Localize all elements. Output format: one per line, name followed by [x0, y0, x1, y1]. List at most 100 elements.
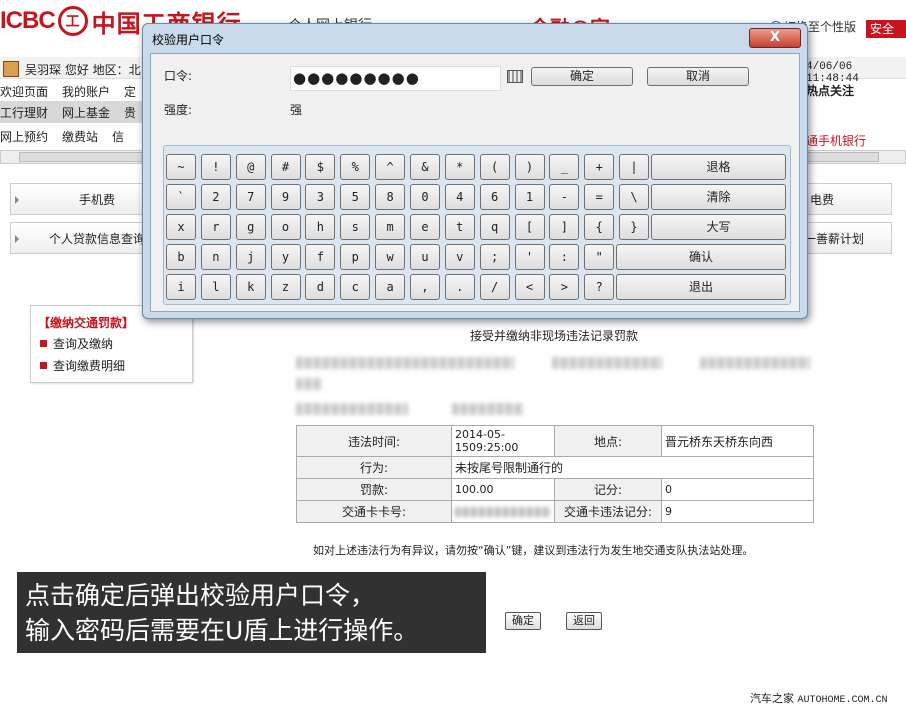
key-row3-9[interactable]: q	[479, 214, 510, 240]
key-row1-8[interactable]: *	[444, 154, 475, 180]
menu-query-pay[interactable]: 查询及缴纳	[40, 335, 113, 352]
key-row1-11[interactable]: _	[549, 154, 580, 180]
nav-item-reservation[interactable]: 网上预约	[0, 130, 48, 144]
key-row5-2[interactable]: k	[235, 274, 266, 300]
key-row3-8[interactable]: t	[444, 214, 475, 240]
fine-value: 100.00	[451, 478, 555, 501]
key-row5-6[interactable]: a	[375, 274, 406, 300]
key-row1-3[interactable]: #	[270, 154, 301, 180]
key-row2-8[interactable]: 4	[444, 184, 475, 210]
key-row4-4[interactable]: f	[305, 244, 336, 270]
menu-query-details[interactable]: 查询缴费明细	[40, 357, 125, 374]
key-row2-10[interactable]: 1	[514, 184, 545, 210]
key-row2-2[interactable]: 7	[235, 184, 266, 210]
key-row4-11[interactable]: :	[549, 244, 580, 270]
keyboard-icon[interactable]	[507, 70, 523, 83]
key-row2-0[interactable]: `	[166, 184, 196, 210]
key-row1-9[interactable]: (	[479, 154, 510, 180]
key-row1-4[interactable]: $	[305, 154, 336, 180]
key-row4-1[interactable]: n	[200, 244, 231, 270]
key-row5-12[interactable]: ?	[584, 274, 615, 300]
key-row1-7[interactable]: &	[409, 154, 440, 180]
points-label: 记分:	[554, 478, 662, 501]
key-row5-1[interactable]: l	[200, 274, 231, 300]
key-row2-3[interactable]: 9	[270, 184, 301, 210]
key-row3-3[interactable]: o	[270, 214, 301, 240]
back-button[interactable]: 返回	[566, 612, 602, 630]
nav-item-partial-3[interactable]: 信	[112, 130, 124, 144]
key-row5-11[interactable]: >	[549, 274, 580, 300]
page-title: 接受并缴纳非现场违法记录罚款	[470, 329, 639, 343]
password-input[interactable]: ●●●●●●●●●	[290, 66, 501, 91]
caption-line-2: 输入密码后需要在U盾上进行操作。	[25, 616, 419, 645]
dialog-cancel-button[interactable]: 取消	[647, 67, 749, 86]
mobile-bank-link[interactable]: 通手机银行	[806, 132, 866, 149]
key-row3-action[interactable]: 大写	[651, 214, 786, 240]
key-row2-13[interactable]: \	[619, 184, 650, 210]
key-row5-7[interactable]: ,	[409, 274, 440, 300]
key-row3-11[interactable]: ]	[549, 214, 580, 240]
key-row3-13[interactable]: }	[619, 214, 650, 240]
key-row3-5[interactable]: s	[340, 214, 371, 240]
key-row4-6[interactable]: w	[375, 244, 406, 270]
nav-item-payment[interactable]: 缴费站	[62, 130, 98, 144]
key-row3-6[interactable]: m	[375, 214, 406, 240]
key-row4-12[interactable]: "	[584, 244, 615, 270]
caption-line-1: 点击确定后弹出校验用户口令，	[25, 581, 376, 610]
key-row4-0[interactable]: b	[166, 244, 196, 270]
key-row2-7[interactable]: 0	[409, 184, 440, 210]
nav-item-partial[interactable]: 定	[124, 85, 136, 99]
key-row1-5[interactable]: %	[340, 154, 371, 180]
nav-item-funds[interactable]: 网上基金	[62, 106, 110, 120]
key-row5-8[interactable]: .	[444, 274, 475, 300]
key-row4-8[interactable]: v	[444, 244, 475, 270]
key-row2-4[interactable]: 3	[305, 184, 336, 210]
key-row4-5[interactable]: p	[340, 244, 371, 270]
key-row2-5[interactable]: 5	[340, 184, 371, 210]
dialog-close-button[interactable]: X	[749, 28, 801, 48]
key-row1-13[interactable]: |	[619, 154, 650, 180]
key-row3-2[interactable]: g	[235, 214, 266, 240]
key-row3-1[interactable]: r	[200, 214, 231, 240]
key-row3-10[interactable]: [	[514, 214, 545, 240]
key-row2-1[interactable]: 2	[200, 184, 231, 210]
key-row2-12[interactable]: =	[584, 184, 615, 210]
key-row5-4[interactable]: d	[305, 274, 336, 300]
key-row4-9[interactable]: ;	[479, 244, 510, 270]
key-row1-12[interactable]: +	[584, 154, 615, 180]
key-row1-2[interactable]: @	[235, 154, 266, 180]
key-row5-3[interactable]: z	[270, 274, 301, 300]
key-row4-2[interactable]: j	[235, 244, 266, 270]
key-row1-10[interactable]: )	[514, 154, 545, 180]
key-row1-1[interactable]: !	[200, 154, 231, 180]
safe-exit-button[interactable]: 安全	[866, 20, 906, 38]
key-row3-0[interactable]: x	[166, 214, 196, 240]
key-row3-7[interactable]: e	[409, 214, 440, 240]
key-row2-9[interactable]: 6	[479, 184, 510, 210]
nav-item-welcome[interactable]: 欢迎页面	[0, 85, 48, 99]
key-row5-0[interactable]: i	[166, 274, 196, 300]
key-row2-action[interactable]: 清除	[651, 184, 786, 210]
key-row4-7[interactable]: u	[409, 244, 440, 270]
nav-item-partial-2[interactable]: 贵	[124, 106, 136, 120]
nav-item-wealth[interactable]: 工行理财	[0, 106, 48, 120]
key-row4-action[interactable]: 确认	[616, 244, 786, 270]
dialog-ok-button[interactable]: 确定	[531, 67, 633, 86]
nav-item-my-account[interactable]: 我的账户	[62, 85, 110, 99]
key-row1-6[interactable]: ^	[375, 154, 406, 180]
key-row3-12[interactable]: {	[584, 214, 615, 240]
key-row5-10[interactable]: <	[514, 274, 545, 300]
key-row5-5[interactable]: c	[340, 274, 371, 300]
key-row1-0[interactable]: ~	[166, 154, 196, 180]
key-row2-6[interactable]: 8	[375, 184, 406, 210]
key-row1-action[interactable]: 退格	[651, 154, 786, 180]
key-row5-action[interactable]: 退出	[616, 274, 786, 300]
key-row2-11[interactable]: -	[549, 184, 580, 210]
key-row3-4[interactable]: h	[305, 214, 336, 240]
redacted-text	[452, 403, 524, 415]
key-row4-3[interactable]: y	[270, 244, 301, 270]
confirm-button[interactable]: 确定	[505, 612, 541, 630]
time-value: 2014-05-1509:25:00	[451, 425, 555, 457]
key-row5-9[interactable]: /	[479, 274, 510, 300]
key-row4-10[interactable]: '	[514, 244, 545, 270]
